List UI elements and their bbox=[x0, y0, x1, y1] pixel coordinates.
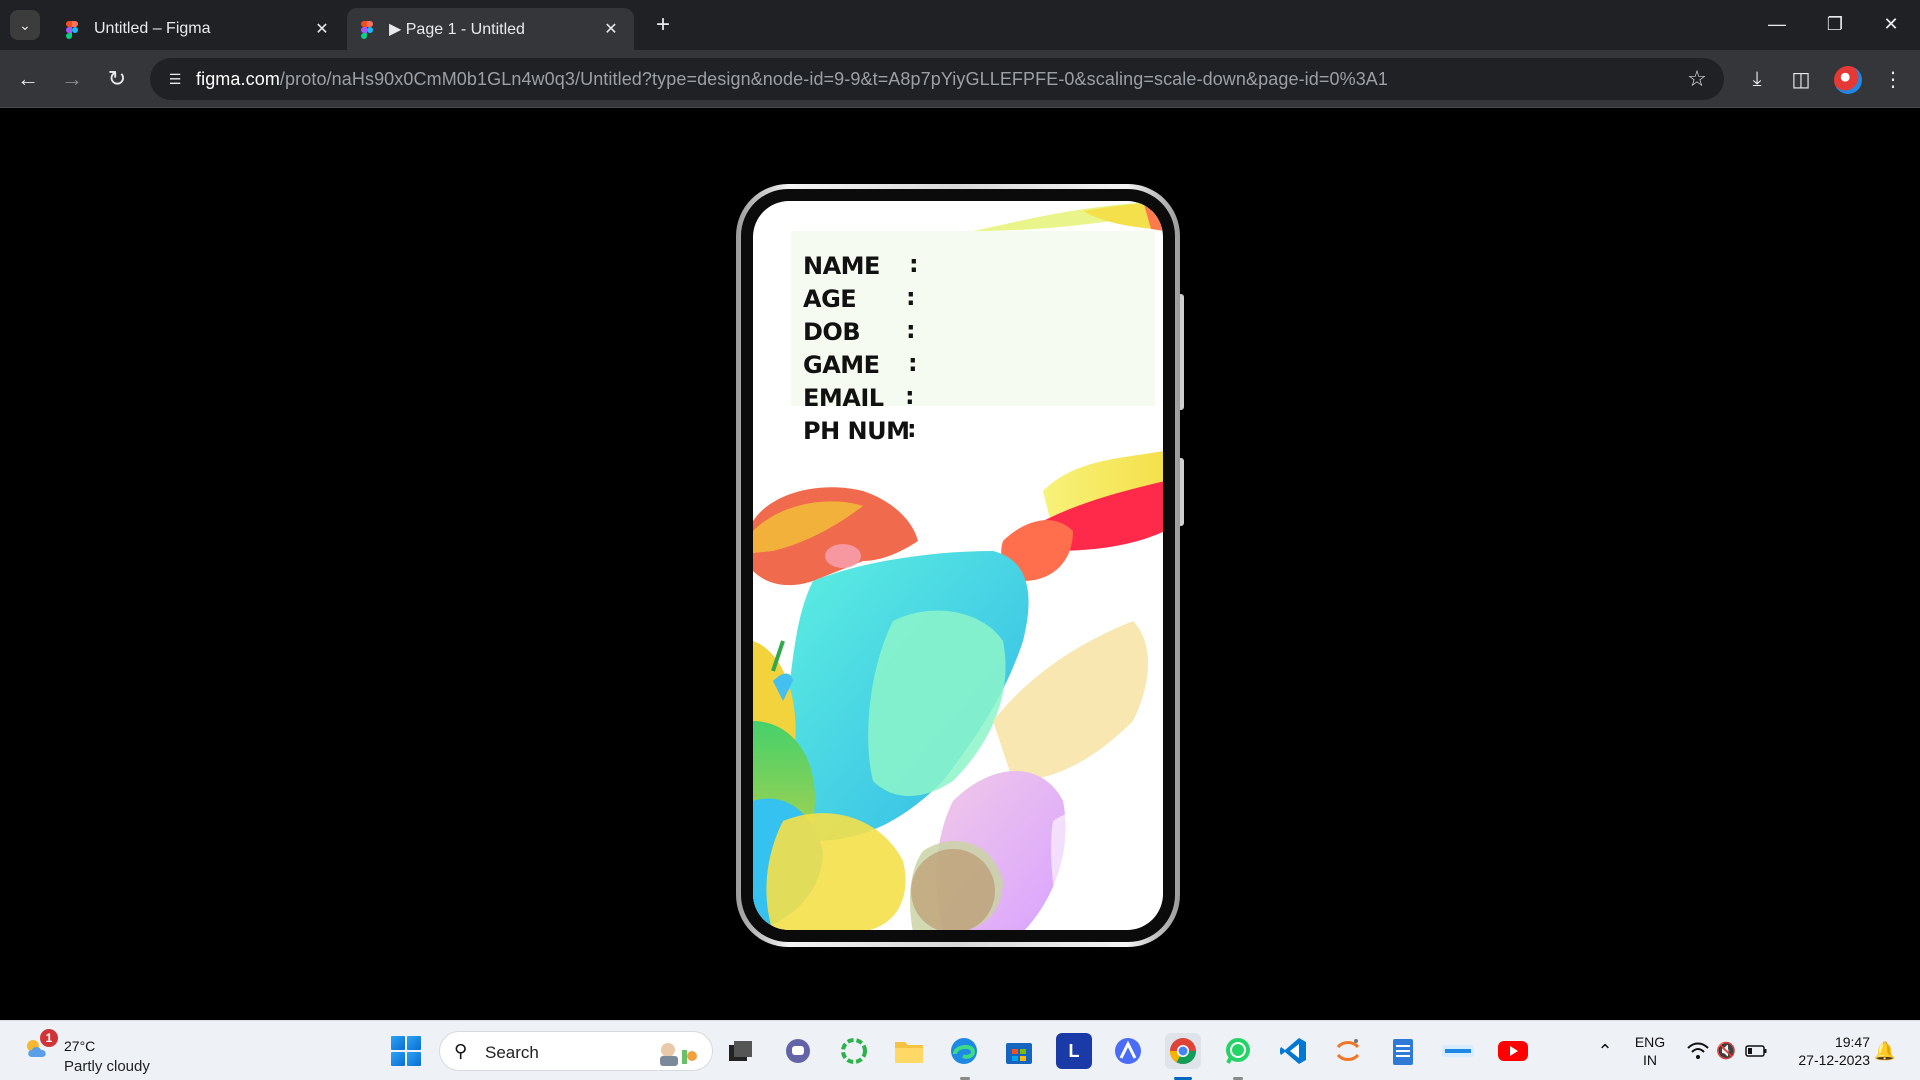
phone-screen: NAME : AGE : DOB : GAME : EMAIL : PH NUM… bbox=[753, 201, 1163, 930]
field-label-phone: PH NUM bbox=[803, 417, 910, 445]
forward-icon[interactable]: → bbox=[54, 61, 90, 97]
search-label: Search bbox=[485, 1043, 539, 1062]
weather-temperature: 27°C bbox=[64, 1038, 96, 1054]
chrome-icon[interactable] bbox=[1165, 1033, 1201, 1069]
arc-app-icon[interactable] bbox=[1110, 1033, 1146, 1069]
close-icon[interactable]: ✕ bbox=[600, 18, 622, 40]
close-window-icon[interactable]: ✕ bbox=[1862, 0, 1920, 48]
battery-icon[interactable] bbox=[1742, 1021, 1770, 1080]
field-colon: : bbox=[907, 415, 917, 443]
edge-icon[interactable] bbox=[946, 1033, 982, 1069]
camu-icon[interactable] bbox=[1440, 1033, 1476, 1069]
field-label-game: GAME bbox=[803, 351, 880, 379]
notification-bell-icon[interactable]: 🔔 bbox=[1870, 1021, 1900, 1080]
field-colon: : bbox=[908, 349, 918, 377]
figma-favicon-icon bbox=[361, 21, 377, 39]
whatsapp-icon[interactable] bbox=[1220, 1033, 1256, 1069]
url-text[interactable]: figma.com/proto/naHs90x0CmM0b1GLn4w0q3/U… bbox=[196, 69, 1388, 90]
screen: ⌄ Untitled – Figma ✕ ▶ Page 1 - Untitled… bbox=[0, 0, 1920, 1080]
profile-avatar-icon[interactable] bbox=[1834, 66, 1862, 94]
back-icon[interactable]: ← bbox=[10, 61, 46, 97]
jupyter-icon[interactable] bbox=[1330, 1033, 1366, 1069]
browser-toolbar: ← → ↻ ☰ figma.com/proto/naHs90x0CmM0b1GL… bbox=[0, 50, 1920, 108]
region-code: IN bbox=[1643, 1052, 1657, 1068]
tab-figma-file[interactable]: Untitled – Figma ✕ bbox=[52, 8, 345, 50]
restore-icon[interactable]: ❐ bbox=[1806, 0, 1864, 48]
phone-bezel: NAME : AGE : DOB : GAME : EMAIL : PH NUM… bbox=[741, 189, 1175, 942]
new-tab-button[interactable]: + bbox=[648, 10, 678, 40]
field-colon: : bbox=[906, 316, 916, 344]
language-indicator[interactable]: ENG IN bbox=[1630, 1033, 1670, 1069]
speaker-muted-icon[interactable]: 🔇 bbox=[1712, 1021, 1740, 1080]
site-info-icon[interactable]: ☰ bbox=[160, 64, 190, 94]
bookmark-star-icon[interactable]: ☆ bbox=[1682, 64, 1712, 94]
search-highlight-icon bbox=[660, 1043, 697, 1066]
download-icon[interactable]: ⤓ bbox=[1739, 61, 1775, 97]
youtube-icon[interactable] bbox=[1495, 1033, 1531, 1069]
field-colon: : bbox=[906, 283, 916, 311]
microsoft-store-icon[interactable] bbox=[1001, 1033, 1037, 1069]
teams-chat-icon[interactable] bbox=[780, 1033, 816, 1069]
field-label-dob: DOB bbox=[803, 318, 861, 346]
tab-strip: ⌄ Untitled – Figma ✕ ▶ Page 1 - Untitled… bbox=[0, 0, 1920, 50]
minimize-icon[interactable]: — bbox=[1748, 0, 1806, 48]
field-label-name: NAME bbox=[803, 252, 880, 280]
reload-icon[interactable]: ↻ bbox=[99, 61, 135, 97]
wifi-icon[interactable] bbox=[1684, 1021, 1712, 1080]
figma-favicon-icon bbox=[66, 21, 82, 39]
field-label-email: EMAIL bbox=[803, 384, 884, 412]
field-label-age: AGE bbox=[803, 285, 857, 313]
task-view-icon[interactable] bbox=[723, 1033, 759, 1069]
l-app-icon[interactable]: L bbox=[1056, 1033, 1092, 1069]
taskbar: 1 27°C Partly cloudy ⚲ Search L ⌃ ENG IN… bbox=[0, 1020, 1920, 1080]
clock-time: 19:47 bbox=[1834, 1034, 1870, 1050]
windows-start-icon[interactable] bbox=[391, 1036, 421, 1066]
tab-search-icon[interactable]: ⌄ bbox=[10, 10, 40, 40]
tab-prototype[interactable]: ▶ Page 1 - Untitled ✕ bbox=[347, 8, 634, 50]
clock[interactable]: 19:47 27-12-2023 bbox=[1780, 1033, 1870, 1069]
vscode-icon[interactable] bbox=[1275, 1033, 1311, 1069]
notepad-icon[interactable] bbox=[1385, 1033, 1421, 1069]
more-menu-icon[interactable]: ⋮ bbox=[1875, 61, 1911, 97]
language-code: ENG bbox=[1634, 1034, 1666, 1050]
field-colon: : bbox=[905, 382, 915, 410]
side-panel-icon[interactable]: ◫ bbox=[1783, 61, 1819, 97]
weather-widget[interactable]: 1 27°C Partly cloudy bbox=[20, 1029, 170, 1075]
field-colon: : bbox=[909, 250, 919, 278]
tab-title: Untitled – Figma bbox=[94, 20, 211, 37]
phone-frame: NAME : AGE : DOB : GAME : EMAIL : PH NUM… bbox=[736, 184, 1180, 947]
clock-date: 27-12-2023 bbox=[1798, 1052, 1870, 1068]
weather-condition: Partly cloudy bbox=[64, 1058, 150, 1075]
close-icon[interactable]: ✕ bbox=[311, 18, 333, 40]
circular-app-icon[interactable] bbox=[836, 1033, 872, 1069]
notification-badge: 1 bbox=[40, 1029, 58, 1047]
address-bar[interactable]: ☰ figma.com/proto/naHs90x0CmM0b1GLn4w0q3… bbox=[150, 58, 1724, 100]
file-explorer-icon[interactable] bbox=[891, 1033, 927, 1069]
show-hidden-icons-icon[interactable]: ⌃ bbox=[1590, 1021, 1620, 1080]
taskbar-search[interactable]: ⚲ Search bbox=[439, 1031, 713, 1071]
tab-title: ▶ Page 1 - Untitled bbox=[389, 21, 525, 38]
search-icon: ⚲ bbox=[454, 1041, 468, 1061]
